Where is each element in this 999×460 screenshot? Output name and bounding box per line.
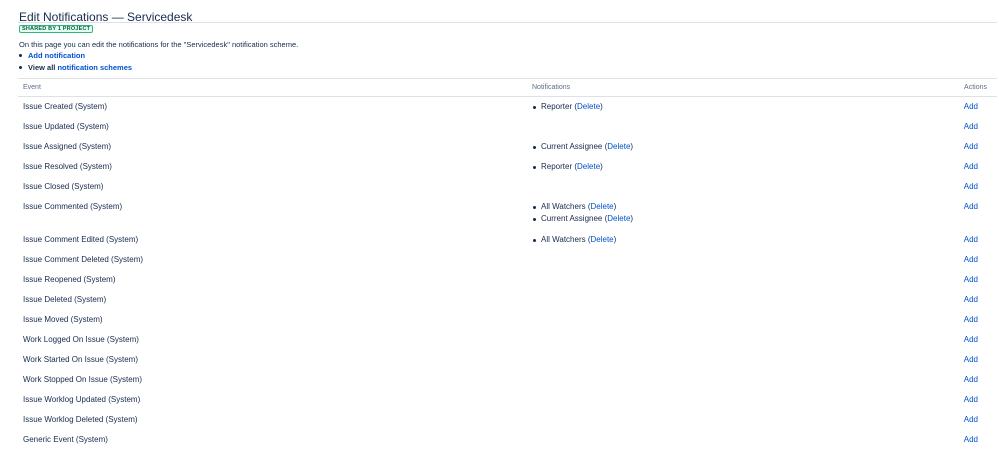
recipient-name: Reporter: [541, 102, 573, 111]
notification-item: All Watchers (Delete): [532, 202, 633, 214]
table-row: Issue Worklog Updated (System) Add: [18, 390, 997, 410]
table-row: Issue Comment Edited (System) All Watcher…: [18, 230, 997, 250]
bullet-icon: [533, 106, 536, 109]
notification-list: Reporter (Delete): [532, 162, 603, 174]
add-notification-button[interactable]: Add: [964, 395, 978, 404]
add-notification-button[interactable]: Add: [964, 335, 978, 344]
notifications-table: Event Notifications Actions Issue Create…: [18, 78, 997, 450]
delete-notification-link[interactable]: Delete: [591, 202, 614, 211]
event-name: Issue Resolved (System): [23, 162, 112, 171]
table-row: Issue Created (System) Reporter (Delete) A…: [18, 97, 997, 117]
event-name: Issue Updated (System): [23, 122, 109, 131]
table-row: Issue Comment Deleted (System) Add: [18, 250, 997, 270]
recipient-name: Current Assignee: [541, 214, 603, 223]
table-row: Issue Updated (System) Add: [18, 117, 997, 137]
bullet-icon: [533, 218, 536, 221]
add-notification-button[interactable]: Add: [964, 202, 978, 211]
title-divider: [18, 22, 997, 23]
add-notification-button[interactable]: Add: [964, 162, 978, 171]
notification-list: All Watchers (Delete): [532, 235, 616, 247]
add-notification-button[interactable]: Add: [964, 182, 978, 191]
table-row: Issue Resolved (System) Reporter (Delete)…: [18, 157, 997, 177]
event-name: Issue Commented (System): [23, 202, 123, 211]
recipient-name: All Watchers: [541, 202, 586, 211]
table-row: Work Stopped On Issue (System) Add: [18, 370, 997, 390]
event-name: Issue Comment Deleted (System): [23, 255, 144, 264]
event-name: Work Stopped On Issue (System): [23, 375, 143, 384]
table-row: Issue Closed (System) Add: [18, 177, 997, 197]
event-name: Issue Closed (System): [23, 182, 104, 191]
shared-by-lozenge[interactable]: SHARED BY 1 PROJECT: [19, 25, 94, 33]
notification-item: Reporter (Delete): [532, 102, 603, 114]
action-links: Add notification View all notification s…: [18, 50, 132, 74]
notification-item: Reporter (Delete): [532, 162, 603, 174]
event-name: Issue Worklog Updated (System): [23, 395, 141, 404]
actions-column-header: Actions: [964, 84, 987, 91]
event-name: Work Logged On Issue (System): [23, 335, 139, 344]
event-name: Issue Comment Edited (System): [23, 235, 139, 244]
event-name: Issue Assigned (System): [23, 142, 112, 151]
bullet-icon: [533, 206, 536, 209]
bullet-icon: [19, 66, 22, 69]
notification-schemes-link[interactable]: notification schemes: [57, 63, 132, 72]
add-notification-button[interactable]: Add: [964, 255, 978, 264]
notification-list: Reporter (Delete): [532, 102, 603, 114]
bullet-icon: [19, 54, 22, 57]
delete-notification-link[interactable]: Delete: [591, 235, 614, 244]
table-row: Issue Assigned (System) Current Assignee …: [18, 137, 997, 157]
table-row: Generic Event (System) Add: [18, 430, 997, 450]
add-notification-button[interactable]: Add: [964, 142, 978, 151]
recipient-name: All Watchers: [541, 235, 586, 244]
event-column-header: Event: [23, 84, 41, 91]
table-header: Event Notifications Actions: [18, 78, 997, 97]
notification-item: All Watchers (Delete): [532, 235, 616, 247]
add-notification-button[interactable]: Add: [964, 375, 978, 384]
table-row: Work Logged On Issue (System) Add: [18, 330, 997, 350]
table-row: Issue Moved (System) Add: [18, 310, 997, 330]
add-notification-button[interactable]: Add: [964, 315, 978, 324]
bullet-icon: [533, 239, 536, 242]
delete-notification-link[interactable]: Delete: [577, 102, 600, 111]
intro-text: On this page you can edit the notificati…: [19, 40, 299, 49]
table-row: Issue Commented (System) All Watchers (De…: [18, 197, 997, 230]
view-all-prefix: View all: [28, 63, 58, 72]
bullet-icon: [533, 166, 536, 169]
notification-item: Current Assignee (Delete): [532, 214, 633, 226]
add-notification-button[interactable]: Add: [964, 415, 978, 424]
event-name: Generic Event (System): [23, 435, 108, 444]
add-notification-button[interactable]: Add: [964, 102, 978, 111]
event-name: Work Started On Issue (System): [23, 355, 138, 364]
event-name: Issue Moved (System): [23, 315, 103, 324]
notification-list: Current Assignee (Delete): [532, 142, 633, 154]
recipient-name: Current Assignee: [541, 142, 603, 151]
delete-notification-link[interactable]: Delete: [607, 142, 630, 151]
add-notification-button[interactable]: Add: [964, 122, 978, 131]
table-row: Work Started On Issue (System) Add: [18, 350, 997, 370]
add-notification-button[interactable]: Add: [964, 435, 978, 444]
notifications-column-header: Notifications: [532, 84, 571, 91]
add-notification-button[interactable]: Add: [964, 235, 978, 244]
add-notification-button[interactable]: Add: [964, 295, 978, 304]
add-notification-button[interactable]: Add: [964, 275, 978, 284]
add-notification-link[interactable]: Add notification: [28, 51, 85, 60]
delete-notification-link[interactable]: Delete: [607, 214, 630, 223]
table-row: Issue Worklog Deleted (System) Add: [18, 410, 997, 430]
add-notification-item: Add notification: [18, 50, 132, 62]
event-name: Issue Reopened (System): [23, 275, 116, 284]
table-body: Issue Created (System) Reporter (Delete) A…: [18, 97, 997, 450]
delete-notification-link[interactable]: Delete: [577, 162, 600, 171]
notification-item: Current Assignee (Delete): [532, 142, 633, 154]
notification-list: All Watchers (Delete) Current Assignee (D…: [532, 202, 633, 226]
event-name: Issue Worklog Deleted (System): [23, 415, 138, 424]
table-row: Issue Reopened (System) Add: [18, 270, 997, 290]
view-all-item: View all notification schemes: [18, 62, 132, 74]
bullet-icon: [533, 146, 536, 149]
add-notification-button[interactable]: Add: [964, 355, 978, 364]
notification-scheme-page: Edit Notifications — Servicedesk SHARED …: [0, 0, 999, 460]
event-name: Issue Created (System): [23, 102, 108, 111]
event-name: Issue Deleted (System): [23, 295, 107, 304]
table-row: Issue Deleted (System) Add: [18, 290, 997, 310]
recipient-name: Reporter: [541, 162, 573, 171]
